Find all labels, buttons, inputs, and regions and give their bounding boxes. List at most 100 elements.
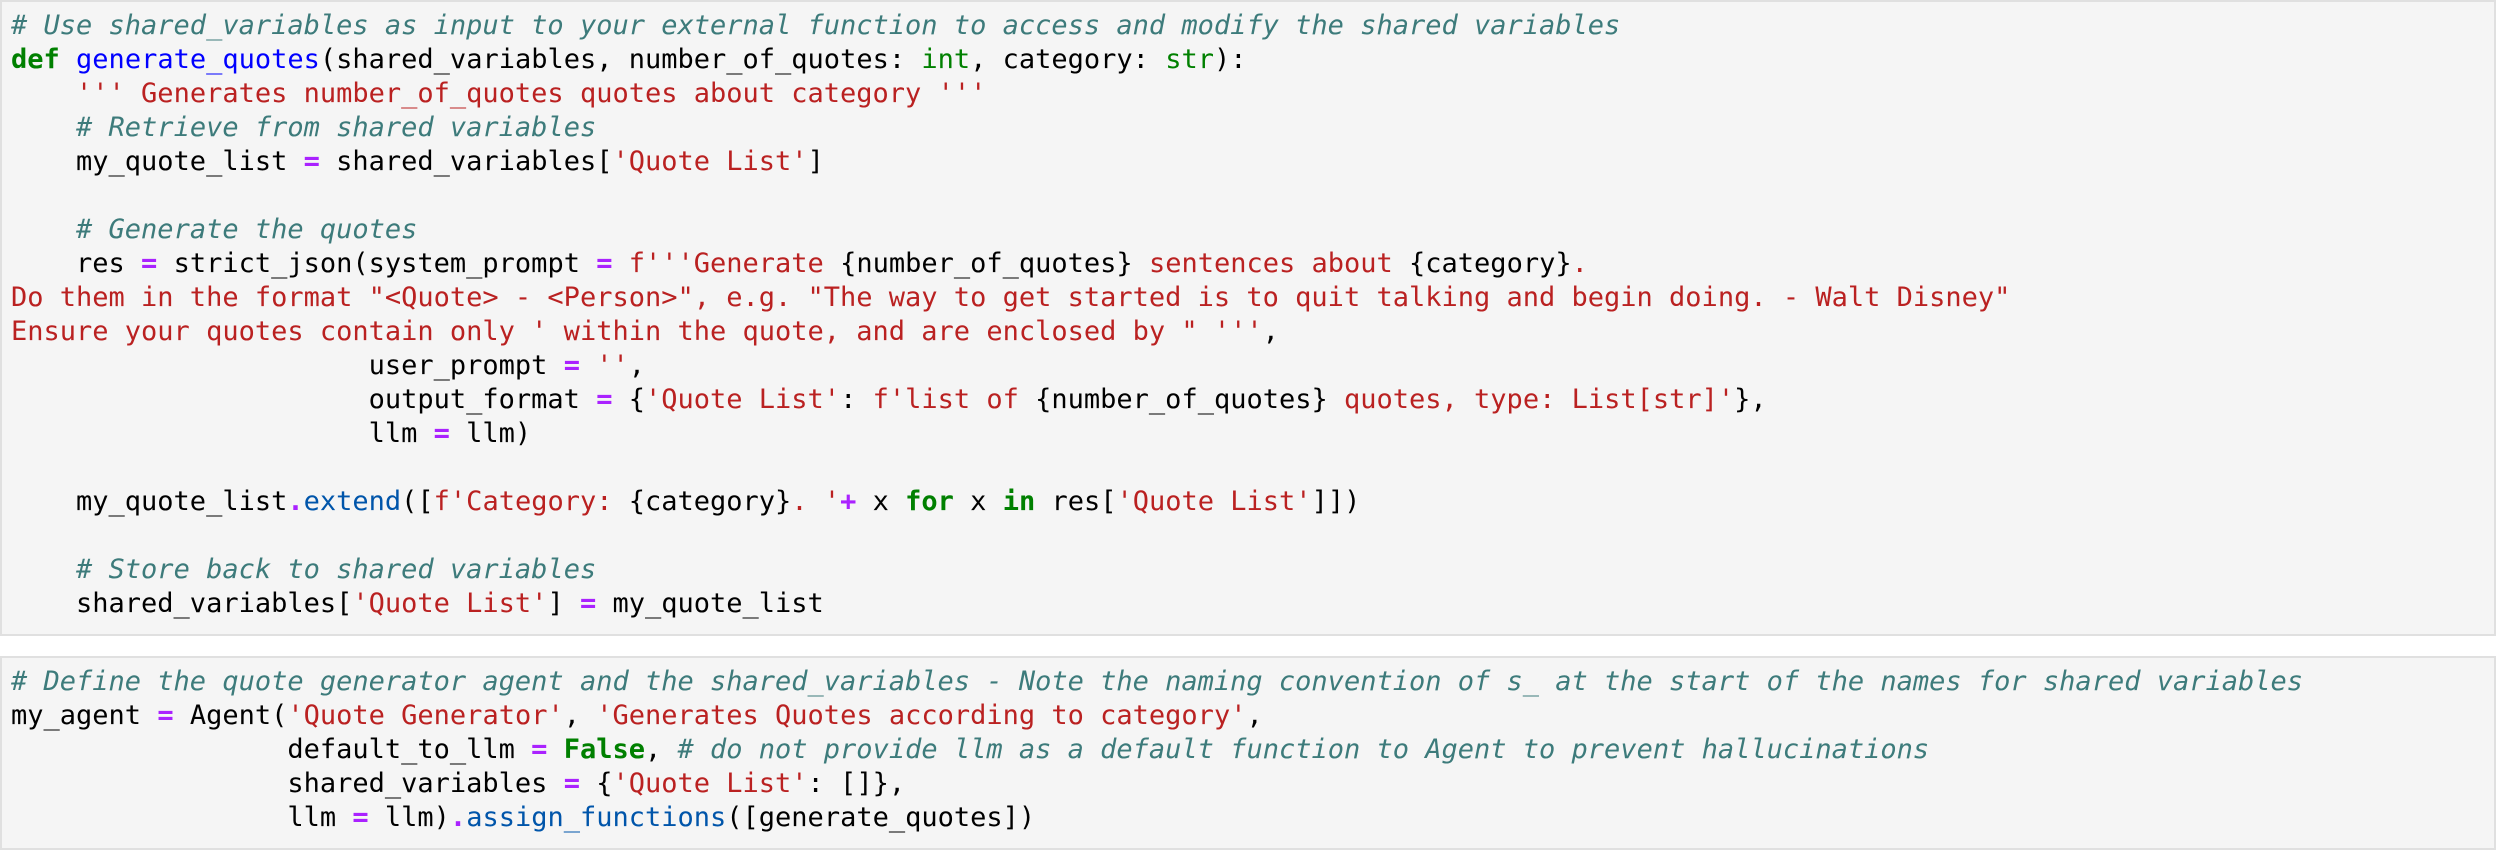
code-text: (shared_variables, number_of_quotes:: [319, 44, 922, 75]
code-text: ([generate_quotes]): [726, 802, 1036, 833]
code-line: # Retrieve from shared variables: [11, 111, 2010, 145]
code-text: strict_json(system_prompt: [157, 248, 597, 279]
code-keyword: def: [11, 44, 60, 75]
code-comment: # Use shared_variables as input to your …: [11, 10, 1621, 41]
code-text: ,: [644, 734, 678, 765]
code-text: res: [11, 248, 142, 279]
code-text: ]: [807, 146, 824, 177]
code-text: output_format: [11, 384, 597, 415]
code-string: Ensure your quotes contain only ' within…: [11, 316, 1263, 347]
code-text: shared_variables[: [11, 588, 353, 619]
code-string: sentences about: [1132, 248, 1410, 279]
code-text: {number_of_quotes}: [1035, 384, 1328, 415]
code-line: def generate_quotes(shared_variables, nu…: [11, 43, 2010, 77]
code-text: {: [579, 768, 613, 799]
code-text: ,: [1246, 700, 1263, 731]
code-string: 'Quote List': [612, 146, 808, 177]
code-line: ''' Generates number_of_quotes quotes ab…: [11, 77, 2010, 111]
code-line: my_quote_list.extend([f'Category: {categ…: [11, 485, 2010, 519]
code-string: 'Generates Quotes according to category': [596, 700, 1247, 731]
code-string: 'Quote List': [612, 768, 808, 799]
code-keyword: in: [1002, 486, 1036, 517]
code-string: f'Category:: [433, 486, 629, 517]
code-operator: =: [531, 734, 548, 765]
code-line: output_format = {'Quote List': f'list of…: [11, 383, 2010, 417]
code-operator: =: [303, 146, 320, 177]
code-text: ):: [1213, 44, 1247, 75]
code-text: :: [840, 384, 873, 415]
code-line: # Generate the quotes: [11, 213, 2010, 247]
code-attribute: assign_functions: [466, 802, 727, 833]
code-string: 'Quote Generator': [287, 700, 564, 731]
code-text: llm: [11, 418, 434, 449]
code-text: ,: [628, 350, 645, 381]
code-string: . ': [791, 486, 841, 517]
code-string: '': [596, 350, 629, 381]
code-text: ,: [563, 700, 597, 731]
code-operator: =: [563, 768, 580, 799]
code-text: user_prompt: [11, 350, 564, 381]
code-text: my_quote_list: [11, 486, 288, 517]
code-string: 'Quote List': [352, 588, 548, 619]
code-line: Ensure your quotes contain only ' within…: [11, 315, 2010, 349]
code-string: f'''Generate: [628, 248, 841, 279]
code-string: 'Quote List': [644, 384, 841, 415]
code-text: {category}: [628, 486, 792, 517]
code-text: : []},: [807, 768, 906, 799]
code-text: llm): [368, 802, 450, 833]
code-text: default_to_llm: [11, 734, 532, 765]
code-operator: .: [449, 802, 467, 833]
code-function-name: generate_quotes: [76, 44, 320, 75]
code-line: res = strict_json(system_prompt = f'''Ge…: [11, 247, 2010, 281]
code-string: Do them in the format "<Quote> - <Person…: [11, 282, 2011, 313]
code-keyword: False: [563, 734, 645, 765]
code-line: shared_variables = {'Quote List': []},: [11, 767, 2303, 801]
code-cell-2[interactable]: # Define the quote generator agent and t…: [0, 656, 2496, 850]
code-editor-2[interactable]: # Define the quote generator agent and t…: [11, 665, 2303, 835]
code-text: llm: [11, 802, 353, 833]
code-text: ]]): [1311, 486, 1361, 517]
code-text: my_quote_list: [596, 588, 824, 619]
code-operator: =: [352, 802, 369, 833]
code-string: quotes, type: List[str]': [1327, 384, 1735, 415]
code-comment: # Define the quote generator agent and t…: [11, 666, 2304, 697]
code-operator: +: [840, 486, 857, 517]
code-string: 'Quote List': [1116, 486, 1312, 517]
code-editor-1[interactable]: # Use shared_variables as input to your …: [11, 9, 2010, 621]
code-text: ]: [547, 588, 580, 619]
code-line: llm = llm).assign_functions([generate_qu…: [11, 801, 2303, 835]
code-text: {: [612, 384, 645, 415]
code-text: , category:: [970, 44, 1166, 75]
code-cell-1[interactable]: # Use shared_variables as input to your …: [0, 0, 2496, 636]
code-text: x: [856, 486, 906, 517]
code-string: ''' Generates number_of_quotes quotes ab…: [76, 78, 987, 109]
code-builtin: str: [1165, 44, 1214, 75]
code-attribute: extend: [303, 486, 402, 517]
code-text: llm): [449, 418, 532, 449]
code-text: {category}: [1409, 248, 1572, 279]
code-line: # Define the quote generator agent and t…: [11, 665, 2303, 699]
code-text: my_agent: [11, 700, 158, 731]
code-text: ,: [1262, 316, 1279, 347]
code-operator: =: [157, 700, 174, 731]
code-text: shared_variables: [11, 768, 564, 799]
code-text: ([: [401, 486, 434, 517]
code-text: res[: [1035, 486, 1117, 517]
code-comment: # do not provide llm as a default functi…: [677, 734, 1930, 765]
code-text: {number_of_quotes}: [840, 248, 1133, 279]
code-line: # Use shared_variables as input to your …: [11, 9, 2010, 43]
code-operator: =: [433, 418, 450, 449]
code-comment: # Retrieve from shared variables: [76, 112, 597, 143]
code-line: Do them in the format "<Quote> - <Person…: [11, 281, 2010, 315]
code-text: my_quote_list: [11, 146, 304, 177]
